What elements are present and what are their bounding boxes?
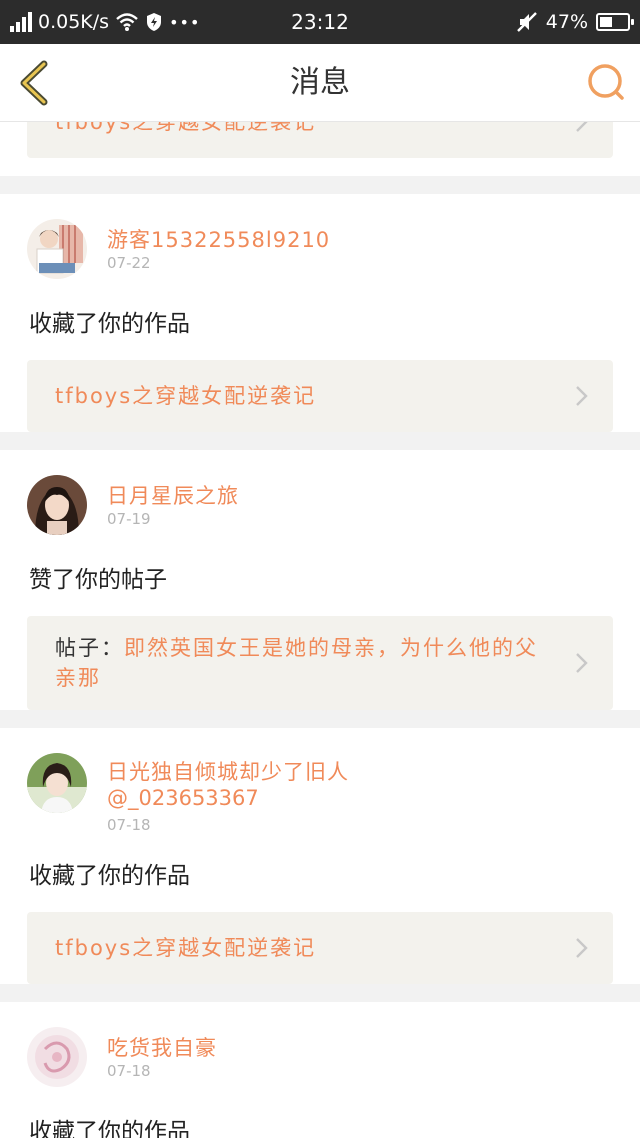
message-card: 游客15322558l9210 07-22 收藏了你的作品 tfboys之穿越女…: [0, 194, 640, 432]
signal-icon: [10, 12, 32, 32]
back-icon[interactable]: [16, 60, 60, 106]
chevron-right-icon: [576, 386, 588, 406]
user-name[interactable]: 日月星辰之旅: [107, 480, 239, 510]
avatar[interactable]: [27, 753, 87, 813]
chevron-right-icon: [576, 653, 588, 673]
nav-bar: 消息: [0, 44, 640, 122]
avatar[interactable]: [27, 219, 87, 279]
action-text: 收藏了你的作品: [29, 1119, 190, 1138]
message-list[interactable]: tfboys之穿越女配逆袭记 游客15322558l9210 07-22 收藏了…: [0, 122, 640, 1138]
action-text: 赞了你的帖子: [29, 567, 167, 593]
post-link[interactable]: 帖子：即然英国女王是她的母亲，为什么他的父亲那: [27, 616, 613, 710]
work-title: tfboys之穿越女配逆袭记: [55, 936, 317, 960]
message-card: 日光独自倾城却少了旧人 @_023653367 07-18 收藏了你的作品 tf…: [0, 728, 640, 984]
message-card: 吃货我自豪 07-18 收藏了你的作品: [0, 1002, 640, 1138]
chevron-right-icon: [576, 938, 588, 958]
work-link[interactable]: tfboys之穿越女配逆袭记: [27, 360, 613, 432]
user-name[interactable]: 日光独自倾城却少了旧人: [107, 756, 349, 786]
shield-icon: [147, 13, 162, 31]
search-icon[interactable]: [586, 62, 626, 102]
chevron-right-icon: [576, 122, 588, 132]
mute-icon: [516, 12, 537, 32]
status-right: 47%: [516, 0, 634, 44]
page-title: 消息: [290, 65, 350, 100]
battery-percent: 47%: [545, 11, 588, 33]
post-title: 帖子：即然英国女王是她的母亲，为什么他的父亲那: [55, 633, 557, 693]
avatar[interactable]: [27, 1027, 87, 1087]
user-name[interactable]: 吃货我自豪: [107, 1032, 217, 1062]
message-card: 日月星辰之旅 07-19 赞了你的帖子 帖子：即然英国女王是她的母亲，为什么他的…: [0, 450, 640, 710]
user-handle[interactable]: @_023653367: [107, 786, 259, 810]
post-text: 即然英国女王是她的母亲，为什么他的父亲那: [55, 636, 538, 690]
message-date: 07-19: [107, 510, 151, 528]
work-link[interactable]: tfboys之穿越女配逆袭记: [27, 122, 613, 158]
status-bar: 0.05K/s ••• 23:12 47%: [0, 0, 640, 44]
action-text: 收藏了你的作品: [29, 311, 190, 337]
wifi-icon: [116, 13, 138, 31]
message-date: 07-18: [107, 1062, 151, 1080]
action-text: 收藏了你的作品: [29, 863, 190, 889]
network-speed: 0.05K/s: [38, 11, 110, 33]
user-name[interactable]: 游客15322558l9210: [107, 224, 330, 254]
status-left: 0.05K/s •••: [10, 0, 200, 44]
work-title: tfboys之穿越女配逆袭记: [55, 122, 317, 134]
battery-icon: [596, 13, 634, 31]
work-link[interactable]: tfboys之穿越女配逆袭记: [27, 912, 613, 984]
more-dots: •••: [169, 12, 201, 32]
message-date: 07-18: [107, 816, 151, 834]
message-date: 07-22: [107, 254, 151, 272]
message-card: tfboys之穿越女配逆袭记: [0, 122, 640, 176]
work-title: tfboys之穿越女配逆袭记: [55, 384, 317, 408]
post-prefix: 帖子：: [55, 636, 124, 660]
avatar[interactable]: [27, 475, 87, 535]
